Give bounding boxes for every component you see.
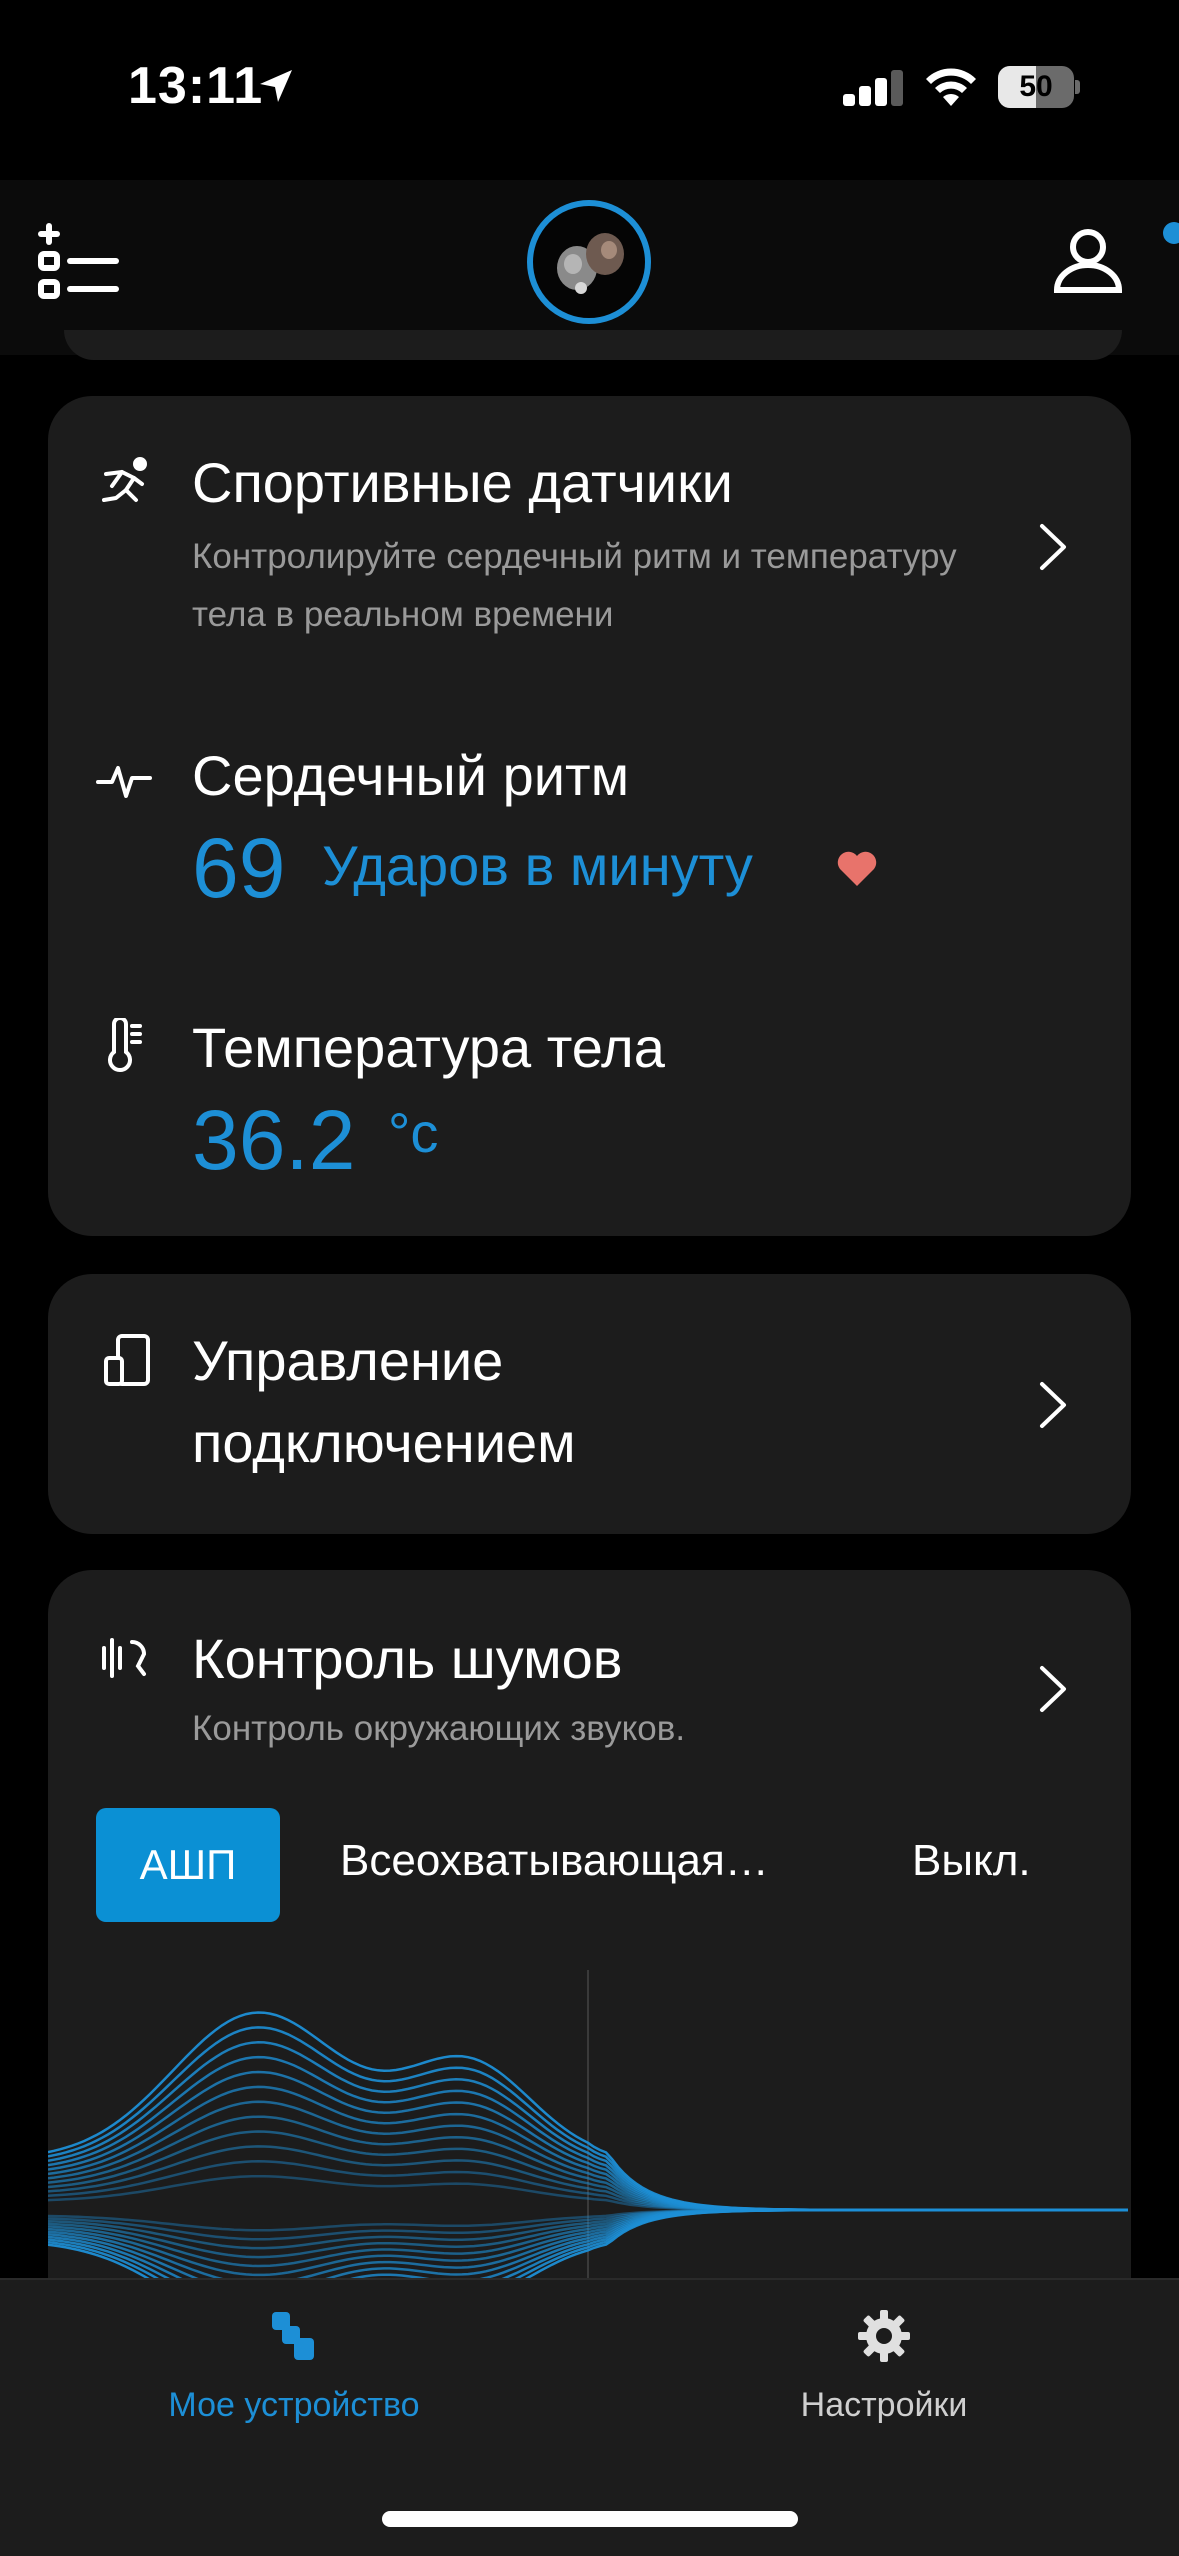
heart-rate-pulse-icon	[96, 766, 152, 798]
chevron-right-icon[interactable]	[1038, 522, 1068, 572]
sports-sensors-subtitle: Контролируйте сердечный ритм и температу…	[192, 537, 957, 634]
runner-icon	[102, 457, 147, 502]
noise-control-subtitle: Контроль окружающих звуков.	[192, 1709, 686, 1748]
add-list-icon[interactable]	[38, 222, 120, 302]
earbuds-icon	[557, 233, 624, 294]
home-indicator	[382, 2511, 798, 2527]
mode-ambient-button[interactable]: Всеохватывающая…	[340, 1836, 769, 1886]
heart-rate-unit: Ударов в минуту	[322, 834, 753, 897]
tab-my-device[interactable]: Мое устройство	[94, 2308, 494, 2448]
noise-waves-icon	[102, 1638, 147, 1678]
body-temperature-title: Температура тела	[192, 1016, 665, 1079]
heart-rate-value: 69	[192, 821, 286, 915]
tab-settings-label: Настройки	[800, 2386, 968, 2424]
chevron-right-icon[interactable]	[1038, 1380, 1068, 1430]
tab-my-device-label: Мое устройство	[168, 2386, 420, 2424]
body-temperature-value: 36.2	[192, 1093, 356, 1187]
mode-off-button[interactable]: Выкл.	[912, 1836, 1031, 1886]
status-bar: 13:11 50	[0, 0, 1179, 180]
wifi-icon	[926, 68, 976, 106]
gear-icon	[858, 2310, 910, 2362]
thermometer-icon	[108, 1018, 142, 1072]
connection-management-card[interactable]	[48, 1274, 1131, 1534]
device-tab-icon	[272, 2312, 314, 2360]
phone-device-icon	[104, 1334, 150, 1386]
location-arrow-icon	[260, 70, 292, 102]
battery-indicator: 50	[998, 66, 1080, 108]
connection-title-line2: подключением	[192, 1411, 576, 1474]
previous-card-edge	[64, 330, 1122, 360]
sports-sensors-title: Спортивные датчики	[192, 451, 733, 514]
connection-title-line1: Управление	[192, 1329, 504, 1392]
body-temperature-unit: °c	[388, 1101, 439, 1164]
cellular-signal-icon	[843, 70, 903, 106]
noise-control-title: Контроль шумов	[192, 1627, 623, 1690]
device-avatar[interactable]	[527, 200, 651, 324]
noise-visualization	[48, 1970, 1128, 2280]
heart-rate-title: Сердечный ритм	[192, 744, 630, 807]
profile-icon[interactable]	[1053, 228, 1123, 294]
mode-anc-button[interactable]: АШП	[96, 1808, 280, 1922]
heart-icon	[837, 851, 877, 886]
notification-dot	[1163, 222, 1179, 244]
chevron-right-icon[interactable]	[1038, 1664, 1068, 1714]
status-time: 13:11	[128, 57, 264, 115]
tab-settings[interactable]: Настройки	[684, 2308, 1084, 2448]
battery-percent: 50	[1019, 70, 1053, 103]
